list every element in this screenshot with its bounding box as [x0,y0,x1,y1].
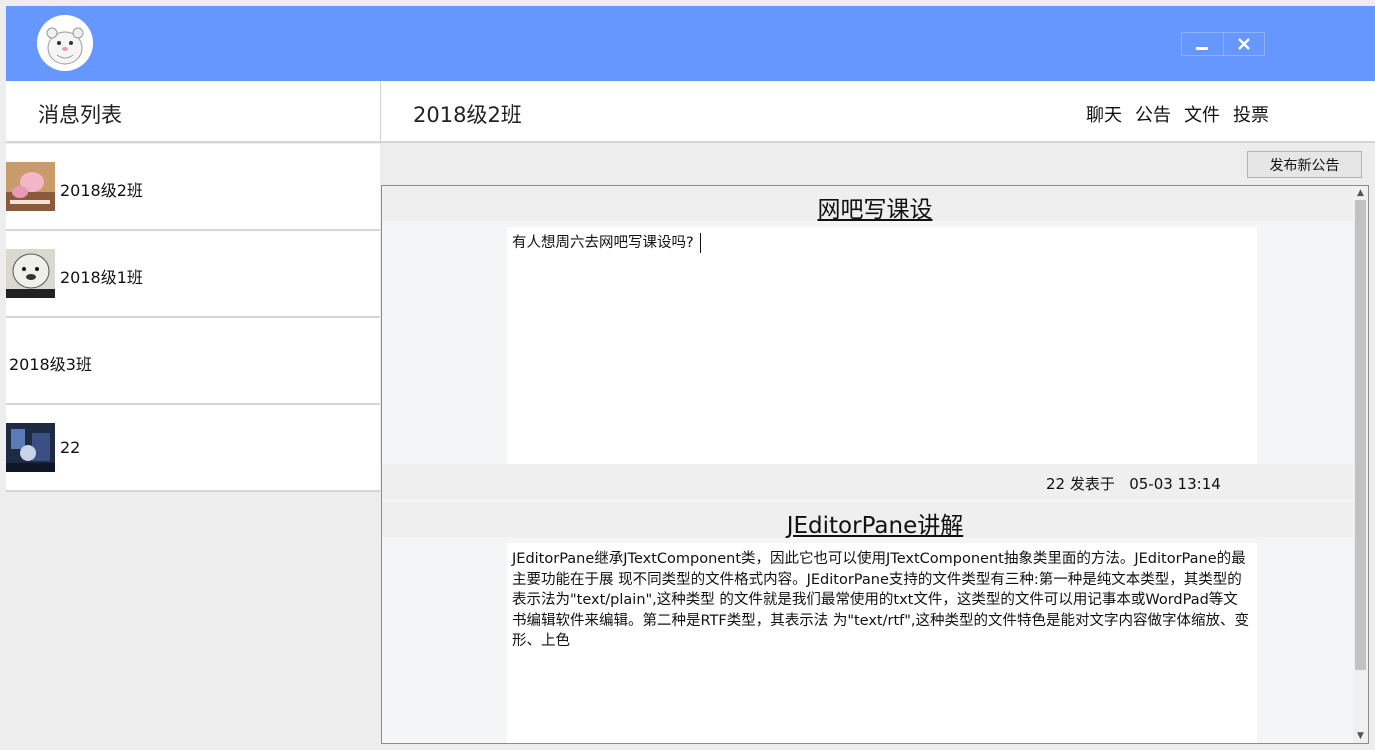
conversation-item[interactable]: 22 [6,405,380,492]
conversation-name: 2018级3班 [9,355,92,374]
announcement-item: 网吧写课设 有人想周六去网吧写课设吗? 22 发表于 05-03 13:14 [382,186,1368,502]
conversation-list: 2018级2班 2018级1班 2018级3班 22 [6,144,380,492]
minimize-button[interactable] [1182,33,1223,55]
title-bar[interactable] [6,6,1375,81]
message-list-header: 消息列表 [6,81,380,143]
message-list-title: 消息列表 [38,103,122,127]
window-controls [1181,32,1265,56]
announcement-body-text: 有人想周六去网吧写课设吗? [512,235,694,251]
conversation-item[interactable]: 2018级1班 [6,231,380,318]
announcement-time: 05-03 13:14 [1129,475,1221,493]
announcement-title-row: JEditorPane讲解 [382,502,1368,539]
announcement-toolbar: 发布新公告 [381,145,1375,186]
conversation-item[interactable]: 2018级3班 [6,318,380,405]
announcement-meta-text: 22 发表于 05-03 13:14 [1046,473,1221,494]
vertical-scrollbar[interactable]: ▲ ▼ [1353,186,1368,743]
user-avatar [6,423,55,472]
group-avatar [6,249,55,298]
close-button[interactable] [1222,33,1264,55]
scroll-down-icon[interactable]: ▼ [1353,729,1368,743]
tab-vote[interactable]: 投票 [1233,101,1269,127]
tab-announcement[interactable]: 公告 [1135,101,1171,127]
tab-chat[interactable]: 聊天 [1086,101,1122,127]
announcement-title[interactable]: 网吧写课设 [818,197,933,223]
tab-files[interactable]: 文件 [1184,101,1220,127]
conversation-item[interactable]: 2018级2班 [6,144,380,231]
group-title: 2018级2班 [413,103,522,127]
minimize-icon [1196,46,1209,50]
hamster-logo [37,15,93,71]
announcement-title-row: 网吧写课设 [382,186,1368,223]
text-caret [699,233,701,253]
close-icon [1238,38,1250,50]
conversation-name: 2018级1班 [60,268,143,287]
announcement-item: JEditorPane讲解 JEditorPane继承JTextComponen… [382,502,1368,743]
conversation-name: 22 [60,438,81,457]
announcement-body[interactable]: JEditorPane继承JTextComponent类，因此它也可以使用JTe… [507,543,1257,743]
group-nav: 聊天 公告 文件 投票 [1086,101,1269,127]
publish-announcement-button[interactable]: 发布新公告 [1247,151,1362,178]
announcement-body-text: JEditorPane继承JTextComponent类，因此它也可以使用JTe… [512,551,1250,649]
app-window: 消息列表 2018级2班 2018级1班 2018级3班 22 2018级2班 … [6,6,1375,750]
group-avatar [6,162,55,211]
scroll-up-icon[interactable]: ▲ [1353,186,1368,200]
announcement-body[interactable]: 有人想周六去网吧写课设吗? [507,227,1257,464]
announcement-meta: 22 发表于 05-03 13:14 [382,464,1354,499]
announcement-posted-label: 发表于 [1069,475,1115,493]
announcement-list[interactable]: 网吧写课设 有人想周六去网吧写课设吗? 22 发表于 05-03 13:14 J… [381,185,1369,744]
conversation-name: 2018级2班 [60,181,143,200]
announcement-author: 22 [1046,475,1066,493]
group-header: 2018级2班 聊天 公告 文件 投票 [381,81,1375,143]
announcement-title[interactable]: JEditorPane讲解 [787,513,964,539]
scrollbar-thumb[interactable] [1355,200,1366,670]
